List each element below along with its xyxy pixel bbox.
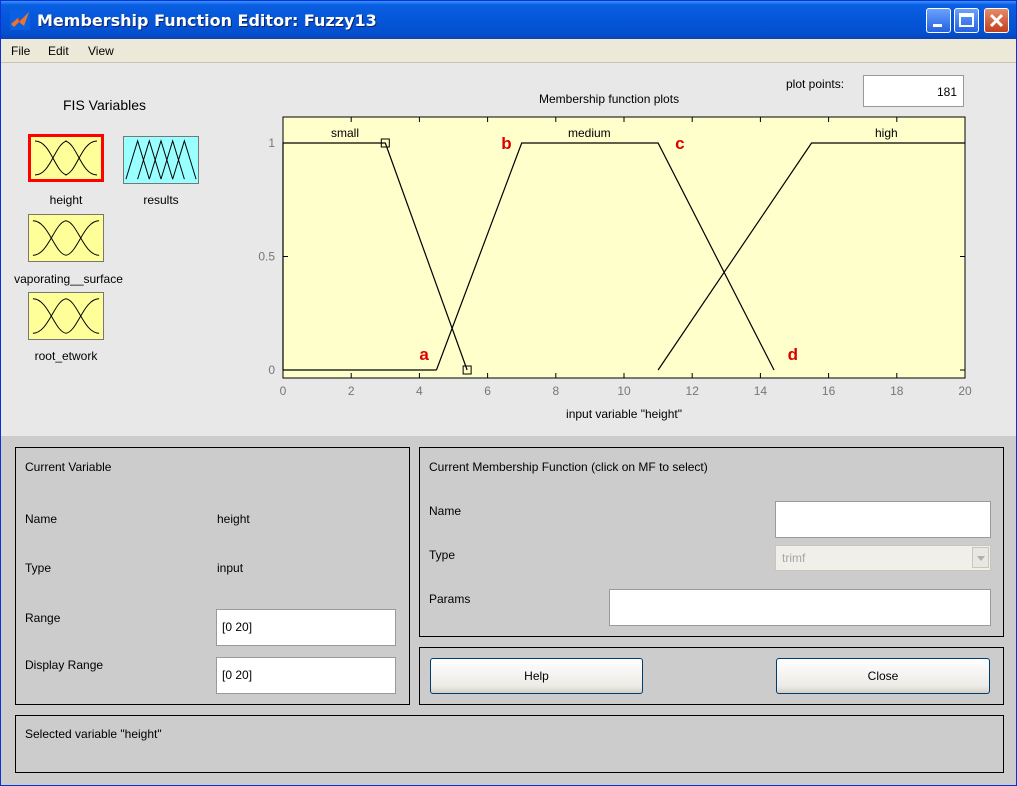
client-area: FIS Variables height results vaporating_… [1, 63, 1016, 785]
current-variable-title: Current Variable [25, 460, 112, 474]
minimize-button[interactable] [926, 8, 951, 33]
close-button[interactable]: Close [776, 658, 990, 694]
mf-thumbnail-icon [32, 298, 100, 334]
current-mf-title: Current Membership Function (click on MF… [429, 460, 708, 474]
minimize-icon [933, 24, 942, 27]
variable-tile-vaporating-surface[interactable] [28, 214, 104, 262]
annotation-b: b [501, 134, 511, 153]
maximize-button[interactable] [954, 8, 979, 33]
annotation-c: c [675, 134, 684, 153]
variable-label-height: height [49, 193, 83, 207]
button-panel: Help Close [419, 647, 1004, 705]
menu-bar: File Edit View [1, 39, 1016, 63]
window: Membership Function Editor: Fuzzy13 File… [0, 0, 1017, 786]
y-tick-label: 0.5 [258, 250, 275, 264]
variable-label-vaporating-surface: vaporating__surface [14, 272, 123, 286]
status-panel: Selected variable "height" [15, 715, 1004, 773]
upper-area: FIS Variables height results vaporating_… [1, 63, 1016, 436]
menu-edit[interactable]: Edit [48, 44, 69, 58]
x-tick-label: 8 [552, 384, 559, 398]
mf-label-high[interactable]: high [875, 126, 898, 140]
mf-thumbnail-icon [32, 220, 100, 256]
variable-type-label: Type [25, 561, 52, 575]
menu-view[interactable]: View [88, 44, 114, 58]
maximize-icon [959, 13, 974, 27]
status-text: Selected variable "height" [25, 727, 162, 741]
x-tick-label: 18 [890, 384, 904, 398]
mf-type-value: trimf [782, 551, 806, 565]
x-tick-label: 16 [822, 384, 836, 398]
mf-type-select[interactable]: trimf [775, 545, 991, 571]
variable-tile-results[interactable] [123, 136, 199, 184]
plot-title: Membership function plots [539, 92, 680, 106]
mf-type-label: Type [429, 548, 456, 562]
mf-thumbnail-icon [34, 140, 98, 176]
plot-points-input[interactable]: 181 [863, 75, 964, 107]
variable-tile-height[interactable] [28, 134, 104, 182]
window-title: Membership Function Editor: Fuzzy13 [37, 11, 377, 30]
help-button[interactable]: Help [430, 658, 643, 694]
membership-function-plot[interactable]: 0 2 4 6 8 10 12 14 16 18 20 0 0.5 1 small medium high… [251, 109, 981, 424]
plot-area[interactable] [282, 116, 966, 379]
variable-tile-root-network[interactable] [28, 292, 104, 340]
x-tick-label: 6 [484, 384, 491, 398]
x-axis-label: input variable "height" [566, 407, 682, 421]
x-tick-label: 2 [348, 384, 355, 398]
menu-file[interactable]: File [11, 44, 30, 58]
title-bar[interactable]: Membership Function Editor: Fuzzy13 [1, 1, 1016, 39]
fis-variables-title: FIS Variables [63, 97, 146, 113]
close-icon [989, 13, 1004, 28]
variable-name-value: height [217, 512, 250, 526]
variable-type-value: input [217, 561, 244, 575]
y-tick-label: 0 [268, 363, 275, 377]
chevron-down-icon[interactable] [972, 547, 989, 568]
display-range-input[interactable]: [0 20] [216, 657, 396, 694]
mf-label-small[interactable]: small [331, 126, 359, 140]
annotation-d: d [788, 345, 798, 364]
plot-points-label: plot points: [786, 77, 845, 91]
current-variable-panel: Current Variable Name height Type input … [15, 447, 410, 705]
variable-label-root-network: root_etwork [34, 349, 98, 363]
x-tick-label: 20 [958, 384, 972, 398]
x-tick-label: 4 [416, 384, 423, 398]
mf-thumbnail-icon [125, 139, 197, 180]
mf-name-label: Name [429, 504, 462, 518]
variable-name-label: Name [25, 512, 58, 526]
y-tick-label: 1 [268, 136, 275, 150]
current-mf-panel: Current Membership Function (click on MF… [419, 447, 1004, 637]
range-label: Range [25, 611, 61, 625]
display-range-label: Display Range [25, 658, 104, 672]
mf-params-input[interactable] [609, 589, 991, 626]
matlab-icon [10, 10, 30, 30]
x-tick-label: 14 [754, 384, 768, 398]
variable-label-results: results [143, 193, 179, 207]
mf-name-input[interactable] [775, 501, 991, 538]
x-tick-label: 10 [617, 384, 631, 398]
annotation-a: a [419, 345, 429, 364]
range-input[interactable]: [0 20] [216, 609, 396, 646]
mf-label-medium[interactable]: medium [568, 126, 611, 140]
x-tick-label: 0 [280, 384, 287, 398]
mf-params-label: Params [429, 592, 471, 606]
close-window-button[interactable] [984, 8, 1009, 33]
x-tick-label: 12 [686, 384, 700, 398]
